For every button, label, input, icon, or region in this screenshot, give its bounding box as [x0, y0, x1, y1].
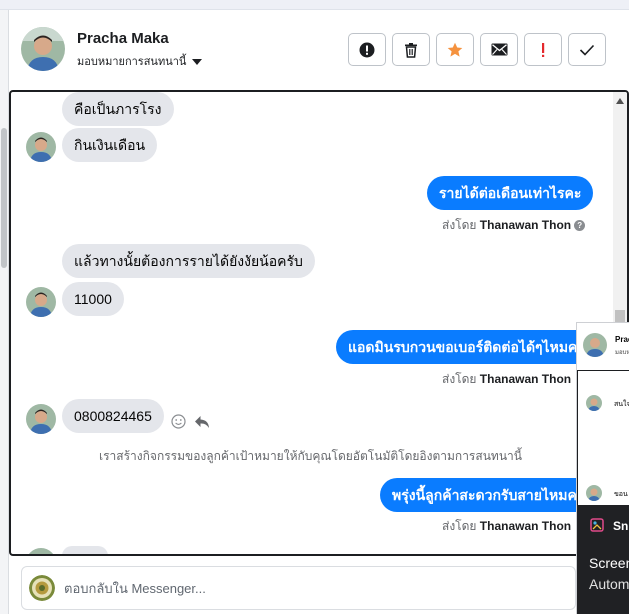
top-strip: [0, 0, 629, 10]
incoming-message[interactable]: คือเป็นภารโรง: [62, 92, 174, 126]
contact-avatar-small: [26, 132, 56, 162]
incoming-message[interactable]: 11000: [62, 282, 124, 316]
done-button[interactable]: [568, 33, 606, 66]
sent-by-prefix: ส่งโดย: [442, 218, 477, 232]
message-actions: [171, 414, 210, 429]
contact-avatar-small: [26, 548, 56, 554]
notification-app-name: Snip: [613, 519, 629, 533]
popup-contact-name: Prac: [615, 335, 629, 344]
notification-title: Screen: [589, 555, 629, 571]
assign-label: มอบหมายการสนทนานี้: [77, 56, 187, 68]
checkmark-icon: [579, 44, 595, 56]
system-notification[interactable]: Snip Screen Autom: [577, 505, 629, 614]
help-icon[interactable]: ?: [574, 220, 586, 232]
popup-thread: สนใจ ขอน: [577, 370, 629, 507]
sent-by-label: ส่งโดย Thanawan Thon: [442, 517, 571, 536]
chat-popup-preview[interactable]: Prac มอบห สนใจ ขอน Snip Screen Autom: [576, 322, 629, 614]
delete-button[interactable]: [392, 33, 430, 66]
incoming-message-partial[interactable]: [62, 546, 108, 554]
popup-assign-label: มอบห: [615, 350, 629, 356]
notification-body: Autom: [589, 576, 629, 592]
incoming-message[interactable]: 0800824465: [62, 399, 164, 433]
left-scrollbar-thumb[interactable]: [1, 128, 7, 268]
sent-by-label: ส่งโดย Thanawan Thon?: [442, 216, 586, 235]
contact-avatar-small: [26, 404, 56, 434]
reply-composer: [21, 566, 576, 610]
page-logo: [29, 575, 55, 601]
reply-input[interactable]: [64, 577, 544, 599]
contact-avatar[interactable]: [21, 27, 65, 71]
scroll-up-arrow-icon[interactable]: [616, 98, 624, 104]
sent-by-prefix: ส่งโดย: [442, 519, 477, 533]
assign-conversation-dropdown[interactable]: มอบหมายการสนทนานี้: [77, 52, 203, 70]
popup-preview-text: ขอน: [614, 491, 628, 498]
sent-by-prefix: ส่งโดย: [442, 372, 477, 386]
incoming-message[interactable]: แล้วทางนั้ยต้องการรายได้ยังงัยน้อครับ: [62, 244, 315, 278]
sent-by-agent: Thanawan Thon: [479, 218, 572, 232]
popup-avatar-small: [586, 395, 602, 411]
outgoing-message[interactable]: พรุ่งนี้ลูกค้าสะดวกรับสายไหมคะ: [380, 478, 597, 512]
snipping-tool-icon: [590, 518, 604, 532]
star-button[interactable]: [436, 33, 474, 66]
popup-avatar-small: [586, 485, 602, 501]
spam-button[interactable]: [348, 33, 386, 66]
header-actions: [348, 33, 606, 66]
chevron-down-icon: [192, 58, 203, 65]
emoji-react-icon[interactable]: [171, 414, 186, 429]
reply-icon[interactable]: [194, 415, 210, 429]
outgoing-message[interactable]: แอดมินรบกวนขอเบอร์ติดต่อได้ๆไหมคะ: [336, 330, 597, 364]
message-thread[interactable]: คือเป็นภารโรง กินเงินเดือน รายได้ต่อเดือ…: [9, 90, 629, 556]
envelope-icon: [491, 43, 507, 56]
sent-by-label: ส่งโดย Thanawan Thon: [442, 370, 571, 389]
left-gutter: [0, 10, 9, 614]
exclamation-icon: [542, 42, 545, 57]
popup-preview-text: สนใจ: [614, 401, 629, 408]
trash-icon: [405, 42, 417, 58]
mail-button[interactable]: [480, 33, 518, 66]
star-icon: [447, 42, 463, 57]
outgoing-message[interactable]: รายได้ต่อเดือนเท่าไรคะ: [427, 176, 594, 210]
conversation-header: Pracha Maka มอบหมายการสนทนานี้: [10, 11, 629, 89]
sent-by-agent: Thanawan Thon: [479, 519, 572, 533]
popup-avatar: [583, 333, 607, 357]
alert-circle-icon: [359, 42, 375, 57]
contact-name[interactable]: Pracha Maka: [77, 30, 169, 47]
follow-up-button[interactable]: [524, 33, 562, 66]
incoming-message[interactable]: กินเงินเดือน: [62, 128, 158, 162]
contact-avatar-small: [26, 287, 56, 317]
sent-by-agent: Thanawan Thon: [479, 372, 572, 386]
composer-toolbar: [424, 606, 574, 614]
system-note: เราสร้างกิจกรรมของลูกค้าเป้าหมายให้กับคุ…: [99, 449, 522, 463]
